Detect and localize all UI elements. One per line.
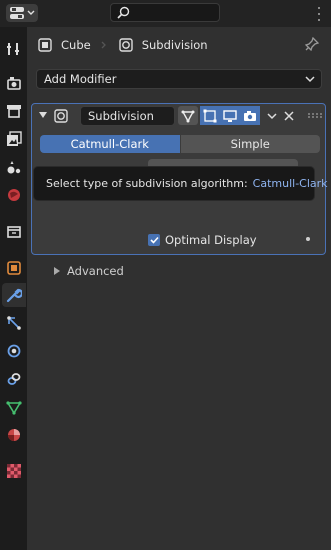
edit-mode-button[interactable]	[200, 106, 220, 125]
physics-icon	[7, 344, 21, 358]
collapse-arrow-icon[interactable]	[39, 112, 47, 119]
simple-option[interactable]: Simple	[179, 135, 320, 153]
object-icon	[38, 38, 52, 52]
on-cage-button[interactable]	[178, 106, 198, 125]
constraint-icon	[7, 373, 21, 385]
modifier-icon	[119, 38, 133, 52]
tab-render[interactable]	[2, 71, 26, 95]
tab-tool[interactable]	[2, 37, 26, 61]
scene-icon	[7, 161, 21, 174]
breadcrumb-modifier: Subdivision	[141, 38, 208, 52]
modifier-icon	[54, 109, 68, 123]
tab-world[interactable]	[2, 183, 26, 207]
pin-icon[interactable]	[305, 37, 319, 51]
tab-material[interactable]	[2, 423, 26, 447]
camera-icon	[244, 110, 256, 121]
search-icon	[117, 6, 130, 19]
add-modifier-label: Add Modifier	[44, 72, 117, 86]
expand-arrow-icon	[54, 267, 60, 275]
catmull-clark-option[interactable]: Catmull-Clark	[40, 135, 180, 153]
drag-handle-icon[interactable]	[308, 113, 322, 118]
optimal-display-label: Optimal Display	[165, 233, 257, 247]
tab-data[interactable]	[2, 395, 26, 419]
tooltip: Select type of subdivision algorithm: Ca…	[33, 166, 328, 201]
monitor-icon	[223, 109, 237, 122]
tab-modifiers[interactable]	[2, 283, 26, 307]
edit-mode-icon	[203, 109, 217, 122]
on-cage-icon	[181, 110, 195, 122]
header-bar	[0, 0, 331, 27]
properties-editor-icon	[9, 7, 24, 19]
tab-view-layer[interactable]	[2, 127, 26, 151]
tab-physics[interactable]	[2, 339, 26, 363]
subdivision-algorithm-toggle: Catmull-Clark Simple	[40, 135, 320, 153]
checkbox-checked-icon	[148, 234, 160, 246]
advanced-label: Advanced	[67, 264, 124, 278]
mesh-data-icon	[6, 401, 22, 415]
material-icon	[8, 429, 20, 441]
advanced-subpanel-header[interactable]: Advanced	[54, 264, 124, 278]
animate-property-icon[interactable]	[306, 237, 310, 241]
header-options-icon[interactable]	[318, 7, 321, 21]
breadcrumb: Cube Subdivision	[38, 37, 208, 53]
add-modifier-dropdown[interactable]: Add Modifier	[36, 69, 322, 89]
render-button[interactable]	[240, 106, 260, 125]
object-icon	[7, 261, 21, 275]
modifier-name-field[interactable]: Subdivision	[80, 106, 175, 126]
collection-icon	[7, 226, 21, 238]
render-icon	[7, 77, 21, 90]
property-tabs	[0, 27, 27, 550]
tooltip-text: Select type of subdivision algorithm:	[46, 177, 248, 190]
editor-type-dropdown[interactable]	[6, 4, 38, 22]
tab-texture[interactable]	[2, 459, 26, 483]
output-icon	[7, 105, 21, 118]
view-layer-icon	[7, 131, 22, 146]
texture-icon	[7, 464, 21, 478]
tool-icon	[7, 43, 19, 55]
close-icon	[284, 110, 294, 121]
chevron-down-icon	[305, 76, 315, 83]
search-input[interactable]	[110, 3, 220, 22]
tab-object[interactable]	[2, 256, 26, 280]
chevron-down-icon	[267, 112, 277, 119]
tooltip-value: Catmull-Clark	[252, 177, 328, 190]
tab-particles[interactable]	[2, 311, 26, 335]
wrench-icon	[6, 288, 22, 303]
world-icon	[8, 189, 20, 201]
chevron-down-icon	[27, 10, 34, 15]
realtime-button[interactable]	[220, 106, 240, 125]
properties-main: Cube Subdivision Add Modifier Subdivisio…	[27, 27, 331, 550]
breadcrumb-object: Cube	[61, 38, 91, 52]
tab-collection[interactable]	[2, 220, 26, 244]
remove-modifier-button[interactable]	[279, 106, 299, 125]
optimal-display-checkbox[interactable]: Optimal Display	[148, 233, 257, 247]
particles-icon	[7, 316, 21, 330]
tab-scene[interactable]	[2, 155, 26, 179]
tab-output[interactable]	[2, 99, 26, 123]
breadcrumb-separator-icon	[101, 41, 106, 49]
tab-constraints[interactable]	[2, 367, 26, 391]
